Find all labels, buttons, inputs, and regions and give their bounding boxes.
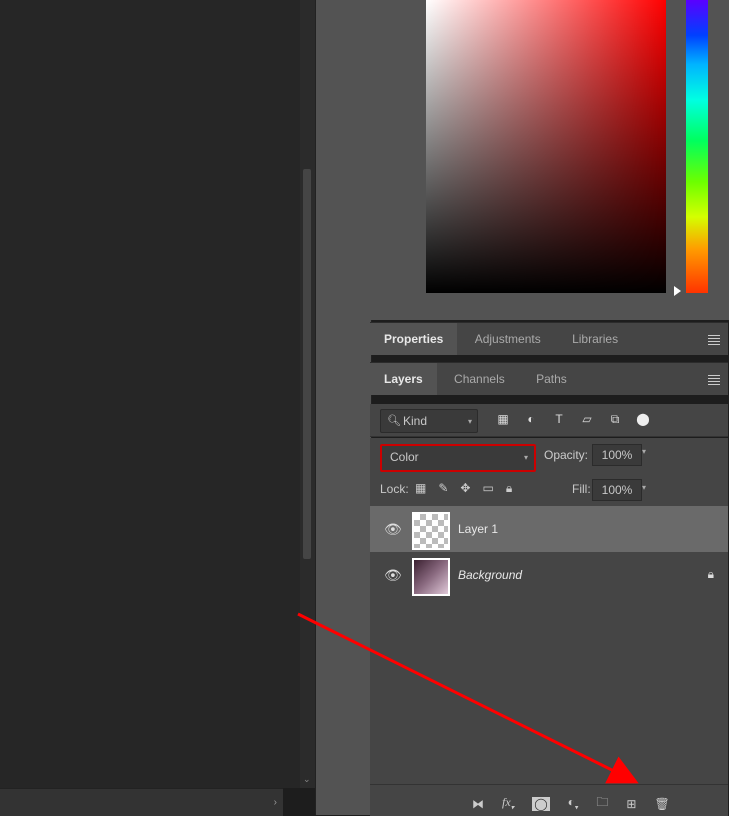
tab-adjustments[interactable]: Adjustments bbox=[461, 323, 555, 355]
lock-transparency-icon[interactable]: ▦ bbox=[415, 481, 426, 496]
canvas-area[interactable] bbox=[0, 0, 300, 788]
chevron-right-icon[interactable]: › bbox=[274, 797, 277, 808]
blend-mode-select[interactable]: Color ▾ bbox=[380, 444, 536, 472]
panel-tabs-lower: Layers Channels Paths bbox=[370, 362, 728, 395]
layer-thumbnail[interactable] bbox=[412, 512, 450, 550]
chevron-down-icon: ▾ bbox=[524, 453, 528, 462]
add-mask-icon[interactable]: ◯ bbox=[532, 797, 549, 811]
hue-slider[interactable] bbox=[686, 0, 708, 293]
blend-mode-row: Color ▾ Opacity: 100% ▾ bbox=[370, 438, 728, 474]
panel-menu-icon[interactable] bbox=[708, 373, 720, 387]
chevron-down-icon: ▾ bbox=[468, 417, 472, 426]
color-field[interactable] bbox=[426, 0, 666, 293]
layer-row[interactable]: 👁 Background 🔒︎ bbox=[370, 552, 728, 599]
filter-toggle-icon[interactable]: ⬤ bbox=[636, 412, 650, 427]
opacity-label: Opacity: bbox=[544, 448, 588, 462]
tab-properties[interactable]: Properties bbox=[370, 323, 457, 355]
visibility-toggle-icon[interactable]: 👁 bbox=[384, 521, 402, 538]
fill-label: Fill: bbox=[572, 482, 591, 496]
scroll-caret: ⌄ bbox=[303, 774, 311, 785]
layers-footer: ⧓ fx▾ ◯ ◐▾ 🗀 ⊞ 🗑 bbox=[370, 784, 728, 816]
status-bar: › bbox=[0, 788, 283, 816]
tab-paths[interactable]: Paths bbox=[522, 363, 581, 395]
panel-dock-grip[interactable] bbox=[315, 0, 372, 815]
layer-name[interactable]: Layer 1 bbox=[458, 522, 498, 536]
lock-row: Lock: ▦ ✎ ✥ ▭ 🔒︎ Fill: 100% ▾ bbox=[370, 474, 728, 507]
delete-layer-icon[interactable]: 🗑 bbox=[654, 797, 669, 811]
lock-all-icon[interactable]: 🔒︎ bbox=[506, 481, 512, 496]
tab-libraries[interactable]: Libraries bbox=[558, 323, 632, 355]
lock-brush-icon[interactable]: ✎ bbox=[438, 481, 448, 496]
new-layer-icon[interactable]: ⊞ bbox=[626, 797, 636, 811]
filter-image-icon[interactable]: ▦ bbox=[496, 412, 510, 427]
link-layers-icon[interactable]: ⧓ bbox=[472, 797, 484, 811]
new-group-icon[interactable]: 🗀 bbox=[596, 793, 608, 814]
layer-filter-row: 🔍︎ Kind ▾ ▦ ◐ T ▱ ⧉ ⬤ bbox=[370, 404, 728, 437]
filter-type-icon[interactable]: T bbox=[552, 412, 566, 427]
visibility-toggle-icon[interactable]: 👁 bbox=[384, 567, 402, 584]
layer-row[interactable]: 👁 Layer 1 bbox=[370, 506, 728, 553]
tab-channels[interactable]: Channels bbox=[440, 363, 519, 395]
chevron-down-icon[interactable]: ▾ bbox=[642, 447, 646, 456]
lock-label: Lock: bbox=[380, 482, 409, 496]
layer-name[interactable]: Background bbox=[458, 568, 522, 582]
fill-adjustment-icon[interactable]: ◐▾ bbox=[568, 795, 579, 811]
panel-tabs-upper: Properties Adjustments Libraries bbox=[370, 322, 728, 355]
opacity-input[interactable]: 100% bbox=[592, 444, 642, 466]
blend-mode-value: Color bbox=[390, 450, 419, 464]
layer-thumbnail[interactable] bbox=[412, 558, 450, 596]
lock-move-icon[interactable]: ✥ bbox=[460, 481, 470, 496]
filter-adjustment-icon[interactable]: ◐ bbox=[524, 412, 538, 427]
panel-menu-icon[interactable] bbox=[708, 333, 720, 347]
tab-layers[interactable]: Layers bbox=[370, 363, 437, 395]
chevron-down-icon[interactable]: ▾ bbox=[642, 483, 646, 492]
layers-empty-area bbox=[370, 598, 728, 784]
lock-icon[interactable]: 🔒︎ bbox=[708, 567, 714, 582]
filter-smart-object-icon[interactable]: ⧉ bbox=[608, 412, 622, 427]
search-icon: 🔍︎ bbox=[387, 414, 401, 427]
fill-input[interactable]: 100% bbox=[592, 479, 642, 501]
filter-kind-select[interactable]: 🔍︎ Kind ▾ bbox=[380, 409, 478, 433]
filter-kind-label: Kind bbox=[403, 414, 427, 428]
filter-shape-icon[interactable]: ▱ bbox=[580, 412, 594, 427]
lock-artboard-icon[interactable]: ▭ bbox=[482, 481, 493, 496]
scrollbar-thumb[interactable] bbox=[303, 169, 311, 559]
layer-effects-icon[interactable]: fx▾ bbox=[502, 795, 514, 811]
hue-slider-handle[interactable] bbox=[674, 286, 681, 296]
